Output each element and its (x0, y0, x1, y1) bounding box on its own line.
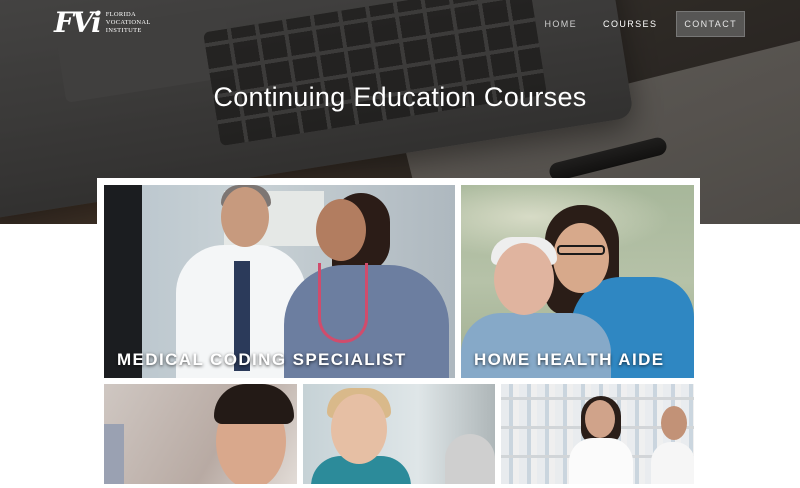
card-image-elder-face (494, 243, 554, 315)
card-image-pharmacist-face (585, 400, 615, 438)
course-card-4[interactable] (303, 384, 495, 484)
card-image-aide-face (553, 223, 609, 293)
nav-home-link[interactable]: HOME (544, 19, 577, 29)
card-image-patient (445, 434, 495, 484)
page-title: Continuing Education Courses (213, 82, 587, 112)
card-image-pharmacist-coat (569, 438, 633, 484)
stethoscope-icon (318, 263, 368, 343)
logo-mark: FVi (54, 6, 102, 39)
course-card-label: MEDICAL CODING SPECIALIST (117, 350, 407, 369)
card-image-doctor-face (221, 187, 269, 247)
course-card-home-health-aide[interactable]: HOME HEALTH AIDE (461, 185, 694, 378)
card-image-nurse-face (316, 199, 366, 261)
course-card-3[interactable] (104, 384, 297, 484)
nav-contact-button[interactable]: CONTACT (676, 11, 745, 37)
site-logo[interactable]: FVi Florida Vocational Institute (54, 6, 164, 40)
card-image-shoulder (104, 424, 124, 484)
card-image-pharmacist2-face (661, 406, 687, 440)
logo-text-line2: Vocational (105, 19, 151, 26)
logo-text: Florida Vocational Institute (106, 11, 151, 35)
course-card-5[interactable] (501, 384, 694, 484)
logo-text-line1: Florida (105, 11, 137, 18)
course-card-medical-coding[interactable]: MEDICAL CODING SPECIALIST (104, 185, 455, 378)
logo-text-line3: Institute (105, 27, 142, 34)
card-image-hair (214, 384, 294, 424)
card-image-face (331, 394, 387, 464)
glasses-icon (557, 245, 605, 255)
card-image-pharmacist2-coat (651, 442, 694, 484)
nav-courses-link[interactable]: COURSES (603, 19, 657, 29)
main-nav: HOME COURSES CONTACT (518, 11, 745, 37)
course-card-label: HOME HEALTH AIDE (474, 350, 665, 369)
